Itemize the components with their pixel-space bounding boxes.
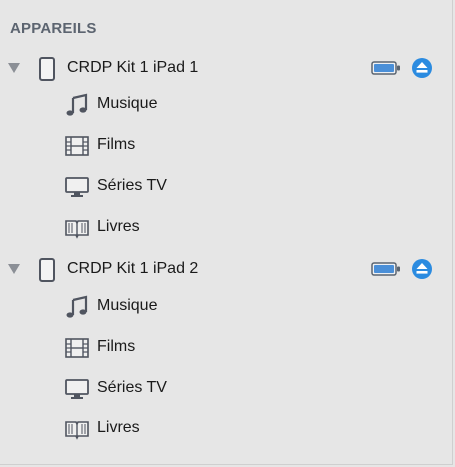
item-label: Séries TV <box>97 379 167 396</box>
item-label: Livres <box>97 419 140 436</box>
eject-icon[interactable] <box>411 57 433 79</box>
device-name: CRDP Kit 1 iPad 2 <box>67 260 199 277</box>
eject-icon[interactable] <box>411 258 433 280</box>
film-icon <box>65 338 89 358</box>
device-row-ipad-1[interactable]: CRDP Kit 1 iPad 1 <box>0 54 453 88</box>
item-label: Films <box>97 338 136 355</box>
book-icon <box>65 220 89 239</box>
tv-icon <box>65 379 89 399</box>
item-label: Films <box>97 136 136 153</box>
battery-icon <box>371 262 400 276</box>
sidebar-item-musique[interactable]: Musique <box>0 292 453 326</box>
sidebar-item-livres[interactable]: Livres <box>0 213 453 247</box>
battery-icon <box>371 61 400 75</box>
item-label: Musique <box>97 95 158 112</box>
sidebar-panel: APPAREILS CRDP Kit 1 iPad 1 Musique Film… <box>0 0 453 465</box>
item-label: Livres <box>97 218 140 235</box>
item-label: Musique <box>97 297 158 314</box>
sidebar-item-films[interactable]: Films <box>0 333 453 367</box>
sidebar-item-films[interactable]: Films <box>0 131 453 165</box>
item-label: Séries TV <box>97 177 167 194</box>
tv-icon <box>65 177 89 197</box>
sidebar-item-series-tv[interactable]: Séries TV <box>0 374 453 408</box>
sidebar-item-musique[interactable]: Musique <box>0 90 453 124</box>
music-note-icon <box>66 93 88 116</box>
ipad-icon <box>39 258 55 282</box>
device-name: CRDP Kit 1 iPad 1 <box>67 59 199 76</box>
music-note-icon <box>66 295 88 318</box>
disclosure-triangle-icon[interactable] <box>8 264 20 274</box>
section-header-appareils: APPAREILS <box>10 20 97 37</box>
sidebar-item-series-tv[interactable]: Séries TV <box>0 172 453 206</box>
ipad-icon <box>39 57 55 81</box>
disclosure-triangle-icon[interactable] <box>8 63 20 73</box>
sidebar-item-livres[interactable]: Livres <box>0 414 453 448</box>
device-row-ipad-2[interactable]: CRDP Kit 1 iPad 2 <box>0 255 453 289</box>
film-icon <box>65 136 89 156</box>
book-icon <box>65 421 89 440</box>
